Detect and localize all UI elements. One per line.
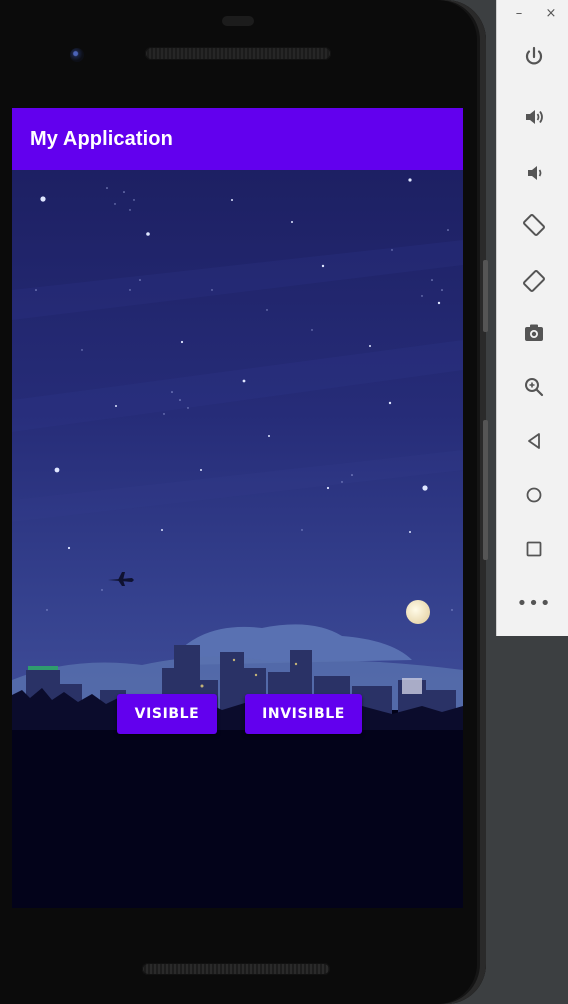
front-camera-icon	[70, 48, 84, 62]
rotate-right-icon	[523, 270, 545, 292]
emulator-window: My Application VISIBLE INVISIBLE – × •••	[0, 0, 568, 1004]
rotate-left-button[interactable]	[521, 212, 547, 238]
rotate-left-icon	[523, 214, 545, 236]
app-title: My Application	[30, 128, 173, 150]
rotate-right-button[interactable]	[521, 268, 547, 294]
emulator-toolbar: – × •••	[496, 0, 568, 636]
power-icon	[525, 46, 543, 65]
back-icon	[528, 433, 540, 449]
zoom-icon	[525, 378, 544, 397]
power-button[interactable]	[521, 44, 547, 70]
camera-icon	[525, 324, 543, 341]
volume-down-icon	[528, 166, 542, 180]
screenshot-button[interactable]	[521, 320, 547, 346]
earpiece-speaker	[145, 47, 331, 60]
sensor-notch	[222, 16, 254, 26]
volume-down-button[interactable]	[521, 160, 547, 186]
app-bar: My Application	[12, 108, 463, 170]
zoom-button[interactable]	[521, 374, 547, 400]
overview-button[interactable]	[521, 536, 547, 562]
window-controls: – ×	[497, 4, 568, 26]
phone-frame: My Application VISIBLE INVISIBLE	[0, 0, 488, 1004]
overview-icon	[526, 541, 542, 557]
side-volume-button	[483, 260, 488, 332]
back-button[interactable]	[521, 428, 547, 454]
device-screen[interactable]: My Application VISIBLE INVISIBLE	[12, 108, 463, 908]
bottom-speaker	[142, 963, 330, 975]
minimize-button[interactable]: –	[509, 4, 529, 24]
close-button[interactable]: ×	[541, 4, 561, 24]
invisible-button[interactable]: INVISIBLE	[245, 694, 362, 734]
volume-up-button[interactable]	[521, 104, 547, 130]
night-sky-background-image	[12, 170, 463, 908]
side-power-button	[483, 420, 488, 560]
home-button[interactable]	[521, 482, 547, 508]
volume-up-icon	[526, 110, 543, 124]
home-icon	[526, 487, 542, 503]
visible-button[interactable]: VISIBLE	[117, 694, 217, 734]
more-icon[interactable]: •••	[517, 590, 551, 616]
